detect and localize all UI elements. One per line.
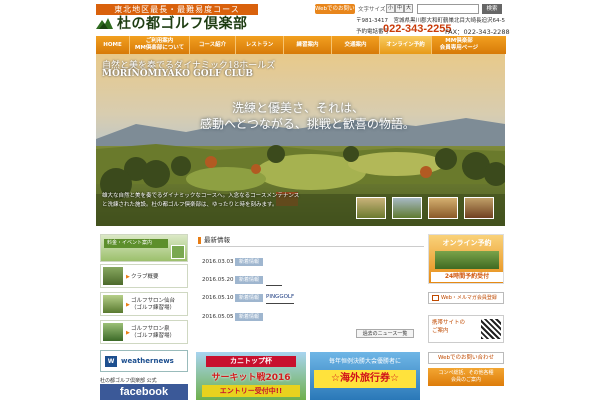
hero-thumbnail-3[interactable] (428, 197, 458, 219)
news-row[interactable]: 2016.05.05 新着情報 (202, 311, 420, 323)
news-tag: 新着情報 (235, 276, 263, 284)
font-size-small-button[interactable]: 小 (386, 4, 395, 13)
weathernews-label: weathernews (121, 357, 174, 365)
logo-mountain-icon (96, 18, 113, 29)
golf-salon-sendai-image (103, 295, 123, 313)
news-date: 2016.05.10 (202, 295, 234, 301)
nav-access[interactable]: 交通案内 (332, 36, 380, 54)
web-contact-side-button[interactable]: Webでのお問い合わせ (428, 352, 504, 364)
nav-course[interactable]: コース紹介 (190, 36, 236, 54)
online-booking-title: オンライン予約 (442, 239, 492, 247)
hero-description: 雄大な自然と美を奏でるダイナミックなコースへ。入念なるコースメンテナンスと洗練さ… (102, 193, 300, 208)
news-date: 2016.05.20 (202, 277, 234, 283)
club-overview-image (103, 267, 123, 285)
phone-number: 022-343-2255 (383, 23, 452, 35)
hero-catchphrase-1: 洗練と優美さ、それは、 (232, 101, 365, 115)
event-banner-label: 料金・イベント案内 (104, 239, 168, 248)
online-booking-image (435, 251, 499, 269)
online-booking-banner[interactable]: オンライン予約 24時間予約受付 (428, 234, 504, 284)
cani-banner-title: カニトップ杯 (206, 356, 296, 367)
mobile-site-title: 携帯サイトの ご案内 (432, 320, 466, 334)
nav-online-booking[interactable]: オンライン予約 (380, 36, 432, 54)
news-tag: 新着情報 (235, 258, 263, 266)
weathernews-banner[interactable]: W weathernews (100, 350, 188, 372)
club-overview-link[interactable]: ▶ クラブ概要 (100, 264, 188, 288)
club-overview-label: クラブ概要 (131, 274, 159, 280)
travel-banner-title: ☆海外旅行券☆ (314, 370, 416, 388)
weathernews-logo-icon: W (105, 356, 117, 367)
arrow-icon: ▶ (126, 302, 130, 308)
travel-ticket-banner[interactable]: 毎年恒例決勝大会優勝者に ☆海外旅行券☆ (310, 352, 420, 400)
news-more-button[interactable]: 過去のニュース一覧 (356, 329, 414, 338)
hero-thumbnail-1[interactable] (356, 197, 386, 219)
mail-register-button[interactable]: Web・メルマガ会員登録 (428, 292, 504, 304)
arrow-icon: ▶ (126, 330, 130, 336)
news-tag: 新着情報 (235, 294, 263, 302)
event-banner-image (171, 245, 185, 259)
online-booking-sub: 24時間予約受付 (431, 272, 503, 282)
nav-home[interactable]: HOME (96, 36, 130, 54)
mail-icon (432, 295, 439, 301)
hero-thumbnail-2[interactable] (392, 197, 422, 219)
event-banner[interactable]: 料金・イベント案内 (100, 234, 188, 262)
cani-banner-subtitle: サーキット戦2016 (211, 373, 291, 383)
nav-restaurant[interactable]: レストラン (236, 36, 284, 54)
golf-salon-sendai-label: ゴルフサロン仙台 （ゴルフ練習場） (131, 298, 176, 311)
search-button[interactable]: 検索 (482, 4, 502, 14)
hero-catchphrase-2: 感動へとつながる、挑戦と歓喜の物語。 (200, 117, 415, 131)
member-guide-button[interactable]: コンペ総括、その他各種 会員のご案内 (428, 368, 504, 386)
cani-top-cup-banner[interactable]: カニトップ杯 サーキット戦2016 エントリー受付中!! (196, 352, 306, 400)
search-input[interactable] (417, 4, 479, 14)
cani-banner-entry: エントリー受付中!! (202, 385, 300, 397)
news-row[interactable]: 2016.03.03 新着情報 (202, 256, 420, 268)
facebook-caption: 杜の都ゴルフ倶楽部 公式 (100, 378, 157, 384)
mobile-site-banner[interactable]: 携帯サイトの ご案内 (428, 315, 504, 343)
golf-salon-izumi-link[interactable]: ▶ ゴルフサロン泉 （ゴルフ練習場） (100, 320, 188, 344)
qr-code-icon (481, 319, 501, 339)
golf-salon-izumi-label: ゴルフサロン泉 （ゴルフ練習場） (131, 326, 176, 339)
travel-banner-caption: 毎年恒例決勝大会優勝者に (328, 358, 401, 365)
news-text[interactable]: PINGGOLF (266, 292, 295, 304)
hero-thumbnail-4[interactable] (464, 197, 494, 219)
news-date: 2016.05.05 (202, 314, 234, 320)
facebook-banner[interactable]: facebook (100, 384, 188, 400)
font-size-medium-button[interactable]: 中 (395, 4, 404, 13)
nav-member-page[interactable]: MM倶楽部 会員専用ページ (432, 36, 486, 54)
news-tag: 新着情報 (235, 313, 263, 321)
golf-salon-sendai-link[interactable]: ▶ ゴルフサロン仙台 （ゴルフ練習場） (100, 292, 188, 316)
news-title: 最新情報 (196, 234, 424, 247)
hero-image: 自然と美を奏でるダイナミック18ホールズ MORINOMIYAKO GOLF C… (96, 54, 505, 226)
news-text[interactable] (266, 274, 282, 286)
golf-salon-izumi-image (103, 323, 123, 341)
font-size-label: 文字サイズ (358, 7, 386, 13)
main-nav: HOME ご利用案内 MM倶楽部について コース紹介 レストラン 練習案内 交通… (96, 36, 506, 54)
fax-number: FAX：022-343-2288 (445, 28, 510, 36)
logo-text[interactable]: 杜の都ゴルフ倶楽部 (117, 13, 248, 33)
news-date: 2016.03.03 (202, 259, 234, 265)
page: { "header": { "tagline": "東北地区最長・最難易度コース… (0, 0, 600, 400)
font-size-large-button[interactable]: 大 (404, 4, 413, 13)
news-row[interactable]: 2016.05.20 新着情報 (202, 274, 420, 286)
news-section: 最新情報 2016.03.03 新着情報 2016.05.20 新着情報 201… (196, 234, 424, 344)
news-row[interactable]: 2016.05.10 新着情報 PINGGOLF (202, 292, 420, 304)
hero-title-en: MORINOMIYAKO GOLF CLUB (102, 69, 253, 79)
nav-practice[interactable]: 練習案内 (284, 36, 332, 54)
mail-register-label: Web・メルマガ会員登録 (441, 295, 497, 301)
nav-guide[interactable]: ご利用案内 MM倶楽部について (130, 36, 190, 54)
web-contact-button[interactable]: Webでのお問い合わせ (315, 4, 371, 14)
